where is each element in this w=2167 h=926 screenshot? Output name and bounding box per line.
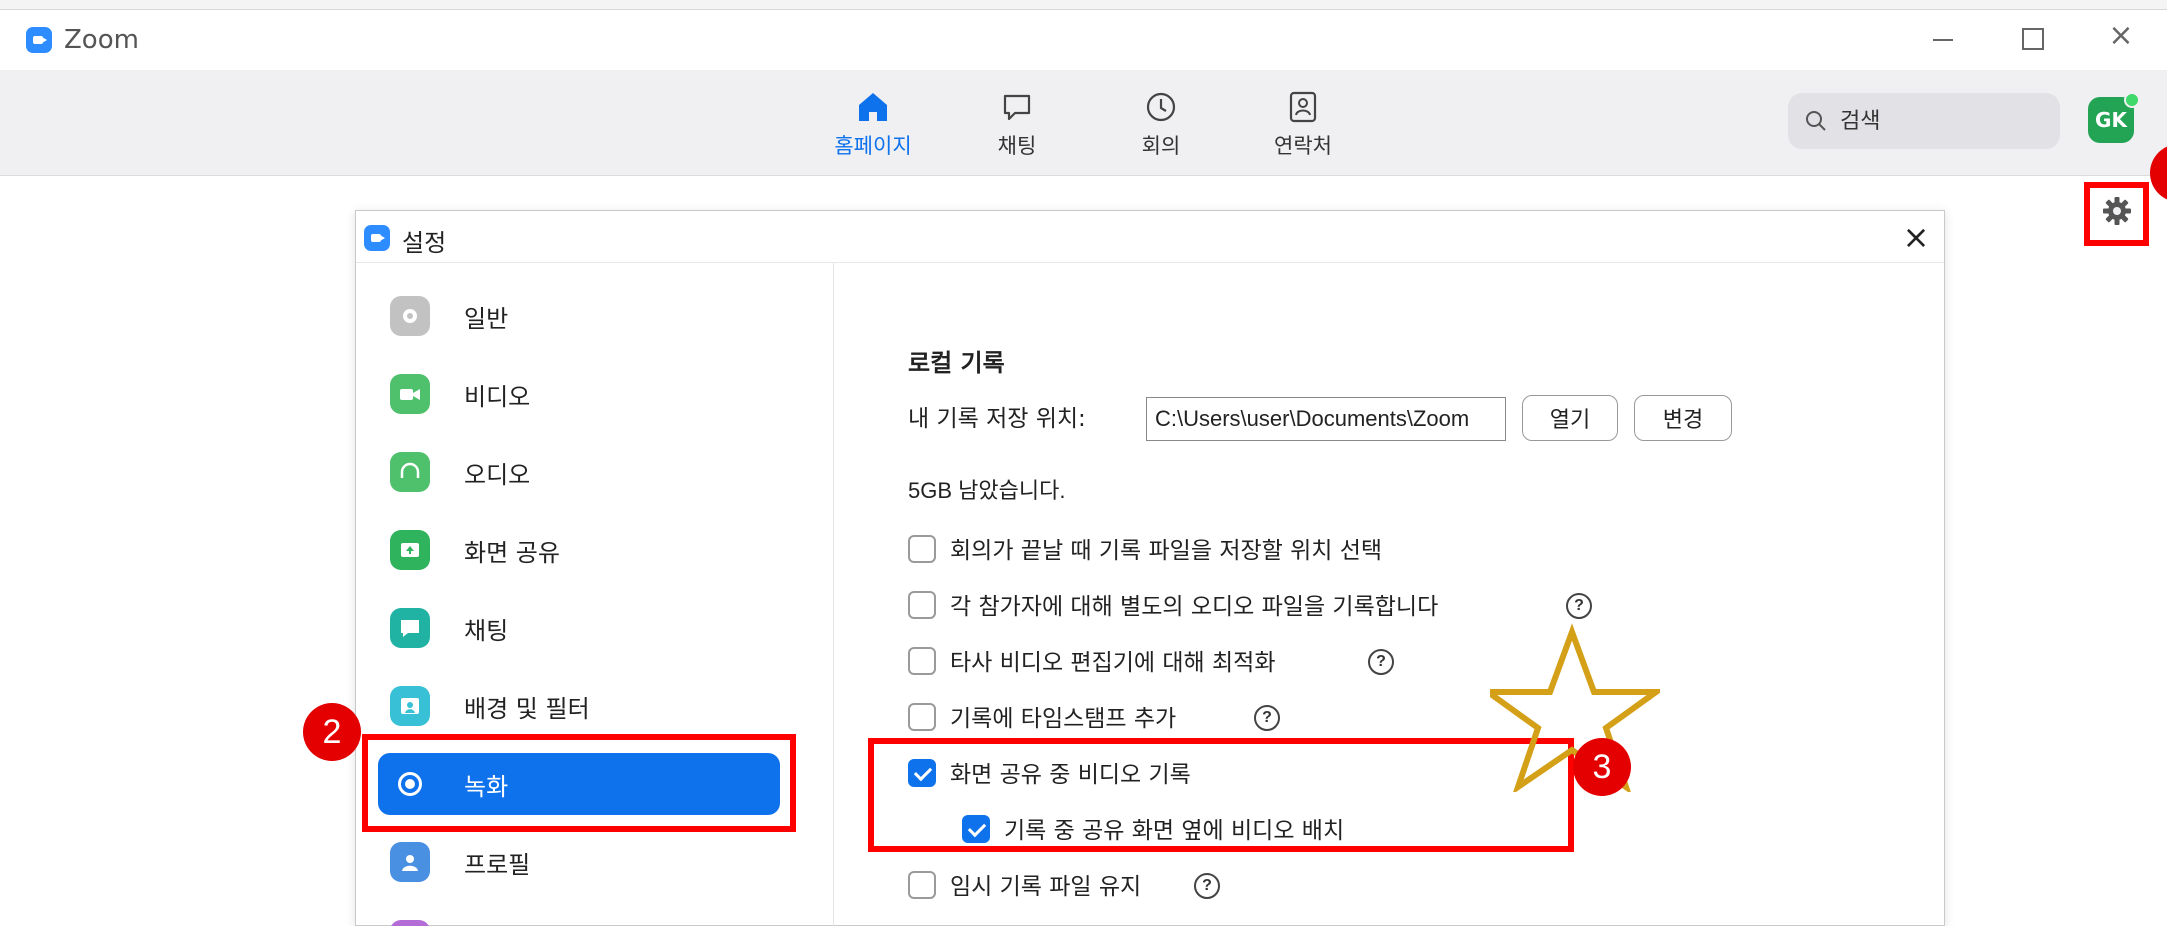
search-box[interactable] bbox=[1788, 93, 2060, 149]
nav-label-home: 홈페이지 bbox=[834, 134, 912, 158]
sidebar-item-audio[interactable]: 오디오 bbox=[378, 441, 780, 503]
sidebar-item-partial[interactable] bbox=[378, 909, 780, 926]
chat-icon bbox=[390, 608, 430, 648]
option-label: 회의가 끝날 때 기록 파일을 저장할 위치 선택 bbox=[950, 538, 1383, 564]
option-label: 기록에 타임스탬프 추가 bbox=[950, 706, 1177, 732]
option-label: 임시 기록 파일 유지 bbox=[950, 874, 1142, 900]
highlight-box-gear bbox=[2084, 182, 2149, 246]
dialog-close-button[interactable]: × bbox=[1896, 217, 1936, 257]
change-folder-button[interactable]: 변경 bbox=[1634, 395, 1732, 441]
sidebar-item-share-screen[interactable]: 화면 공유 bbox=[378, 519, 780, 581]
sidebar-item-label: 프로필 bbox=[464, 851, 531, 879]
nav-tab-chat[interactable]: 채팅 bbox=[962, 90, 1072, 160]
dialog-title-bar: 설정 × bbox=[356, 211, 1944, 263]
section-title: 로컬 기록 bbox=[908, 349, 1005, 377]
sidebar-item-profile[interactable]: 프로필 bbox=[378, 831, 780, 893]
contacts-icon bbox=[1289, 91, 1317, 123]
search-icon bbox=[1806, 111, 1826, 131]
option-label: 각 참가자에 대해 별도의 오디오 파일을 기록합니다 bbox=[950, 594, 1439, 620]
highlight-box-video-options bbox=[868, 738, 1574, 852]
nav-label-meetings: 회의 bbox=[1141, 134, 1181, 158]
free-space-text: 5GB 남았습니다. bbox=[908, 478, 1066, 503]
window-title: Zoom bbox=[64, 25, 139, 55]
help-icon[interactable]: ? bbox=[1194, 873, 1220, 899]
highlight-box-recording-tab bbox=[362, 734, 796, 832]
minimize-button[interactable] bbox=[1920, 18, 1966, 58]
sidebar-item-label: 화면 공유 bbox=[464, 539, 560, 567]
dialog-title: 설정 bbox=[402, 229, 447, 257]
presence-status-dot bbox=[2124, 92, 2140, 108]
home-icon bbox=[859, 93, 887, 121]
nav-tab-meetings[interactable]: 회의 bbox=[1106, 90, 1216, 160]
checkbox[interactable] bbox=[908, 647, 936, 675]
headphones-icon bbox=[390, 452, 430, 492]
search-input[interactable] bbox=[1840, 103, 2040, 139]
recording-location-field[interactable] bbox=[1146, 397, 1506, 441]
title-bar: Zoom × bbox=[0, 10, 2167, 70]
nav-tab-home[interactable]: 홈페이지 bbox=[818, 90, 928, 160]
sidebar-item-label: 배경 및 필터 bbox=[464, 695, 590, 723]
option-label: 타사 비디오 편집기에 대해 최적화 bbox=[950, 650, 1276, 676]
checkbox[interactable] bbox=[908, 703, 936, 731]
sidebar-item-chat[interactable]: 채팅 bbox=[378, 597, 780, 659]
step-badge-3: 3 bbox=[1573, 738, 1631, 796]
sidebar-item-general[interactable]: 일반 bbox=[378, 285, 780, 347]
share-screen-icon bbox=[390, 530, 430, 570]
clock-icon bbox=[1146, 92, 1176, 122]
help-icon[interactable]: ? bbox=[1566, 593, 1592, 619]
sidebar-item-video[interactable]: 비디오 bbox=[378, 363, 780, 425]
zoom-logo-icon bbox=[364, 225, 390, 251]
background-window-edge bbox=[0, 0, 2167, 10]
sidebar-item-label: 오디오 bbox=[464, 461, 531, 489]
gear-icon bbox=[390, 296, 430, 336]
chat-icon bbox=[1003, 94, 1031, 121]
accessibility-icon bbox=[390, 920, 430, 926]
close-window-button[interactable]: × bbox=[2098, 18, 2144, 58]
checkbox[interactable] bbox=[908, 871, 936, 899]
help-icon[interactable]: ? bbox=[1368, 649, 1394, 675]
sidebar-item-label: 비디오 bbox=[464, 383, 531, 411]
step-badge-2: 2 bbox=[303, 703, 361, 761]
open-folder-button[interactable]: 열기 bbox=[1522, 395, 1618, 441]
background-icon bbox=[390, 686, 430, 726]
help-icon[interactable]: ? bbox=[1254, 705, 1280, 731]
profile-icon bbox=[390, 842, 430, 882]
checkbox[interactable] bbox=[908, 591, 936, 619]
maximize-button[interactable] bbox=[2008, 18, 2054, 58]
sidebar-item-background[interactable]: 배경 및 필터 bbox=[378, 675, 780, 737]
nav-tab-contacts[interactable]: 연락처 bbox=[1248, 90, 1358, 160]
nav-label-chat: 채팅 bbox=[997, 134, 1037, 158]
checkbox[interactable] bbox=[908, 535, 936, 563]
sidebar-item-label: 일반 bbox=[464, 305, 509, 333]
zoom-logo-icon bbox=[26, 27, 52, 53]
nav-label-contacts: 연락처 bbox=[1274, 134, 1332, 158]
sidebar-item-label: 채팅 bbox=[464, 617, 509, 645]
top-nav: 홈페이지 채팅 회의 연락처 GK bbox=[0, 70, 2167, 176]
recording-location-label: 내 기록 저장 위치: bbox=[908, 406, 1086, 432]
video-icon bbox=[390, 374, 430, 414]
